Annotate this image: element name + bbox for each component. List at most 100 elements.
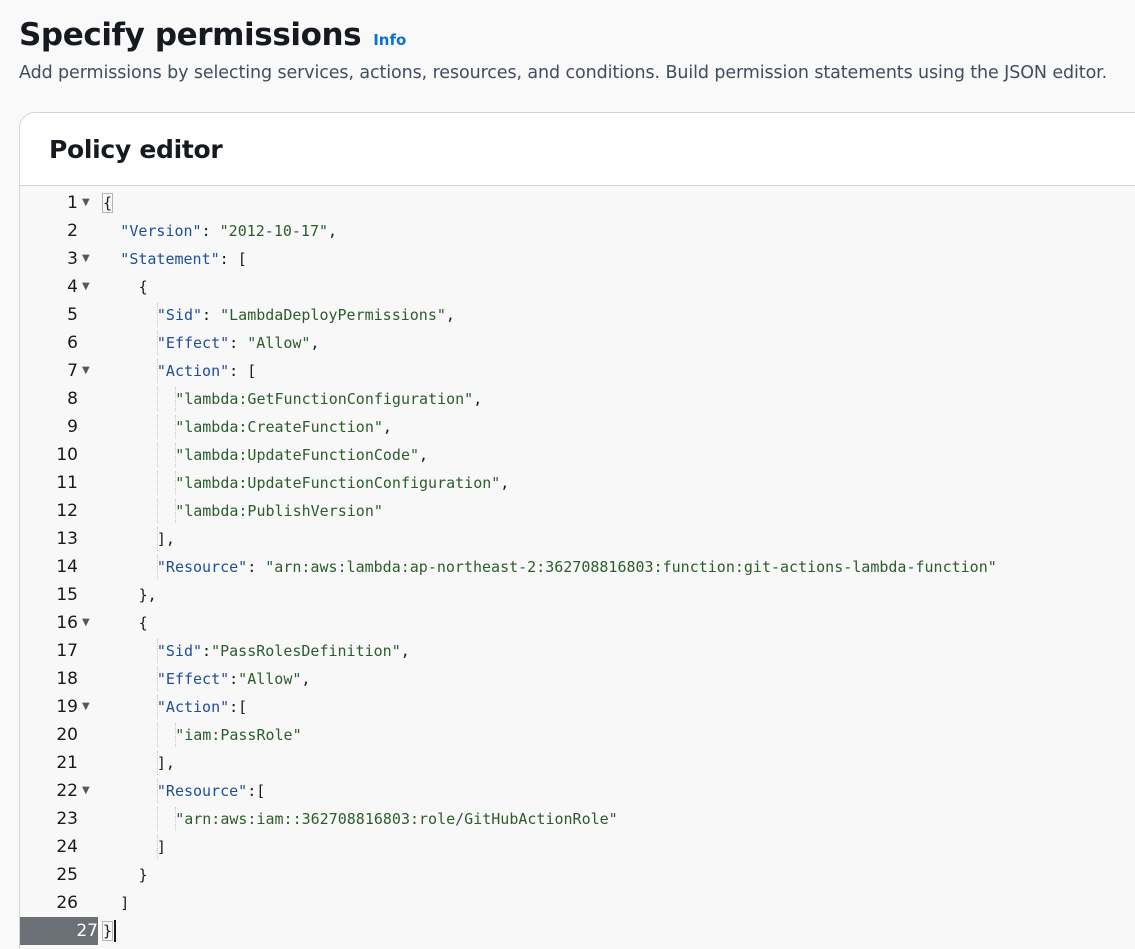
json-string: "iam:PassRole" — [175, 726, 302, 744]
json-string: "PassRolesDefinition" — [211, 642, 401, 660]
line-number: 20 — [56, 725, 78, 745]
json-punctuation: : — [229, 334, 248, 352]
indent-guide — [156, 751, 158, 775]
json-punctuation: : [ — [219, 250, 247, 268]
json-key: "Effect" — [156, 334, 230, 352]
json-punctuation: ], — [156, 530, 175, 548]
json-punctuation: , — [445, 306, 455, 324]
fold-arrow-icon[interactable]: ▼ — [82, 357, 94, 385]
json-key: "Resource" — [156, 782, 248, 800]
indent-guide — [156, 779, 158, 803]
code-line: "Effect": "Allow", — [157, 329, 320, 357]
policy-editor-header: Policy editor — [20, 113, 1135, 186]
json-code-editor[interactable]: 1 ▼ 2 3 ▼ 4 ▼ 5 6 7 ▼ 8 9 10 11 12 13 14 15 16 ▼ 17 18 19 ▼ 20 21 2… — [20, 186, 1135, 949]
line-number: 25 — [56, 865, 78, 885]
json-punctuation: , — [500, 474, 510, 492]
indent-guide — [156, 835, 158, 859]
code-line: "lambda:CreateFunction", — [175, 413, 392, 441]
json-string: "lambda:PublishVersion" — [175, 502, 383, 520]
json-key: "Version" — [120, 222, 202, 240]
line-number: 5 — [67, 305, 78, 325]
indent-guide — [156, 639, 158, 663]
line-number: 22 — [56, 781, 78, 801]
json-key: "Sid" — [156, 306, 203, 324]
line-number: 10 — [56, 445, 78, 465]
code-line: { — [139, 273, 148, 301]
indent-guide — [174, 443, 176, 467]
json-punctuation: } — [102, 921, 114, 941]
indent-guide — [156, 667, 158, 691]
text-cursor — [114, 920, 116, 942]
indent-guide — [156, 471, 158, 495]
indent-guide — [156, 555, 158, 579]
line-number: 27 — [20, 917, 98, 945]
page-header: Specify permissions Info — [19, 14, 406, 56]
json-punctuation: :[ — [247, 782, 266, 800]
code-line: ], — [157, 749, 175, 777]
line-number: 2 — [67, 221, 78, 241]
json-punctuation: , — [328, 222, 338, 240]
info-link[interactable]: Info — [373, 31, 406, 49]
line-number: 1 — [67, 193, 78, 213]
code-line: "lambda:UpdateFunctionConfiguration", — [175, 469, 509, 497]
indent-guide — [156, 695, 158, 719]
json-string: "lambda:CreateFunction" — [175, 418, 383, 436]
code-line: } — [102, 917, 114, 945]
json-punctuation: } — [138, 866, 148, 884]
json-punctuation: , — [400, 642, 410, 660]
json-punctuation: , — [473, 390, 483, 408]
json-punctuation: :[ — [229, 698, 248, 716]
code-text-area[interactable]: { "Version": "2012-10-17", "Statement": [ {… — [98, 186, 1135, 949]
line-number: 7 — [67, 361, 78, 381]
code-line: "lambda:PublishVersion" — [175, 497, 383, 525]
fold-arrow-icon[interactable]: ▼ — [82, 273, 94, 301]
line-number: 6 — [67, 333, 78, 353]
line-number: 19 — [56, 697, 78, 717]
code-line: "Resource": "arn:aws:lambda:ap-northeast… — [157, 553, 997, 581]
code-line: "Resource":[ — [157, 777, 265, 805]
json-punctuation: , — [419, 446, 429, 464]
page-title: Specify permissions — [19, 17, 362, 53]
fold-arrow-icon[interactable]: ▼ — [82, 777, 94, 805]
json-key: "Action" — [156, 362, 230, 380]
code-line: "Action":[ — [157, 693, 247, 721]
json-punctuation: { — [102, 193, 114, 213]
fold-arrow-icon[interactable]: ▼ — [82, 245, 94, 273]
code-line: "lambda:GetFunctionConfiguration", — [175, 385, 482, 413]
json-key: "Statement" — [120, 250, 220, 268]
line-number: 12 — [56, 501, 78, 521]
json-punctuation: : — [202, 642, 212, 660]
line-number: 17 — [56, 641, 78, 661]
json-string: "2012-10-17" — [219, 222, 329, 240]
code-line: ] — [157, 833, 166, 861]
indent-guide — [156, 527, 158, 551]
json-key: "Effect" — [156, 670, 230, 688]
line-number: 16 — [56, 613, 78, 633]
json-punctuation: ] — [156, 838, 166, 856]
line-number: 9 — [67, 417, 78, 437]
line-number: 4 — [67, 277, 78, 297]
json-punctuation: ] — [120, 894, 130, 912]
json-punctuation: ], — [156, 754, 175, 772]
indent-guide — [156, 415, 158, 439]
indent-guide — [174, 807, 176, 831]
policy-editor-container: Policy editor 1 ▼ 2 3 ▼ 4 ▼ 5 6 7 ▼ 8 9 10 11 12 13 14 15 1… — [19, 112, 1135, 949]
fold-arrow-icon[interactable]: ▼ — [82, 609, 94, 637]
code-line: "Sid":"PassRolesDefinition", — [157, 637, 410, 665]
title-row: Specify permissions Info — [19, 14, 406, 56]
json-punctuation: : — [201, 222, 220, 240]
json-key: "Resource" — [156, 558, 248, 576]
fold-arrow-icon[interactable]: ▼ — [82, 189, 94, 217]
indent-guide — [156, 331, 158, 355]
json-punctuation: : — [229, 670, 239, 688]
json-string: "lambda:UpdateFunctionConfiguration" — [175, 474, 501, 492]
code-line: "arn:aws:iam::362708816803:role/GitHubAc… — [175, 805, 618, 833]
fold-arrow-icon[interactable]: ▼ — [82, 693, 94, 721]
line-number: 23 — [56, 809, 78, 829]
indent-guide — [156, 723, 158, 747]
code-line: { — [139, 609, 148, 637]
json-string: "lambda:GetFunctionConfiguration" — [175, 390, 474, 408]
json-punctuation: : — [202, 306, 221, 324]
line-number: 13 — [56, 529, 78, 549]
code-line: "Effect":"Allow", — [157, 665, 311, 693]
